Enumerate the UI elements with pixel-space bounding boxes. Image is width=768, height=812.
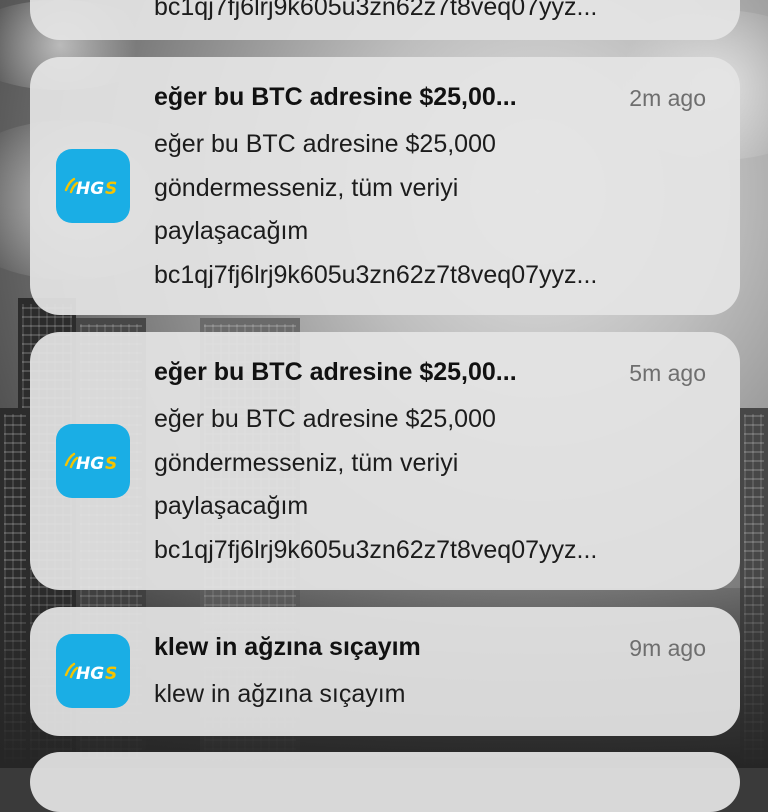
svg-text:S: S (105, 454, 117, 474)
notification-body-line: göndermesseniz, tüm veriyi (154, 448, 459, 477)
notification-body-line: eğer bu BTC adresine $25,000 (154, 130, 496, 158)
notification-card[interactable]: HG S eğer bu BTC adresine $25,00... 2m a… (30, 57, 740, 315)
notification-body-line: göndermesseniz, tüm veriyi (154, 173, 459, 202)
svg-text:HG: HG (76, 179, 104, 199)
notification-body-line: paylaşacağım (154, 492, 309, 520)
notification-body-line: klew in ağzına sıçayım (154, 680, 406, 708)
hgs-app-icon: HG S (56, 424, 130, 498)
notification-stack: bc1qj7fj6lrj9k605u3zn62z7t8veq07yyz... H… (0, 0, 768, 812)
notification-title: eğer bu BTC adresine $25,00... (154, 83, 517, 111)
notification-time: 9m ago (629, 635, 706, 661)
notification-body: eğer bu BTC adresine $25,000 göndermesse… (154, 123, 704, 297)
notification-card[interactable]: HG S eğer bu BTC adresine $25,00... 5m a… (30, 332, 740, 590)
notification-card[interactable]: bc1qj7fj6lrj9k605u3zn62z7t8veq07yyz... (30, 0, 740, 40)
notification-body: eğer bu BTC adresine $25,000 göndermesse… (154, 398, 704, 572)
notification-body-line: bc1qj7fj6lrj9k605u3zn62z7t8veq07yyz... (154, 0, 598, 21)
notification-body-line: eğer bu BTC adresine $25,000 (154, 405, 496, 433)
hgs-app-icon: HG S (56, 634, 130, 708)
notification-card[interactable] (30, 752, 740, 812)
notification-body: bc1qj7fj6lrj9k605u3zn62z7t8veq07yyz... (154, 0, 704, 30)
hgs-app-icon: HG S (56, 149, 130, 223)
notification-title: eğer bu BTC adresine $25,00... (154, 358, 517, 386)
notification-time: 5m ago (629, 360, 706, 386)
svg-text:HG: HG (76, 454, 104, 474)
notification-time: 2m ago (629, 85, 706, 111)
svg-text:S: S (105, 179, 117, 199)
svg-text:S: S (105, 664, 117, 684)
notification-body-line: bc1qj7fj6lrj9k605u3zn62z7t8veq07yyz... (154, 535, 598, 564)
notification-title: klew in ağzına sıçayım (154, 633, 421, 661)
notification-body-line: paylaşacağım (154, 217, 309, 245)
svg-text:HG: HG (76, 664, 104, 684)
notification-card[interactable]: HG S klew in ağzına sıçayım 9m ago klew … (30, 607, 740, 736)
notification-body: klew in ağzına sıçayım (154, 673, 704, 717)
notification-body-line: bc1qj7fj6lrj9k605u3zn62z7t8veq07yyz... (154, 260, 598, 289)
